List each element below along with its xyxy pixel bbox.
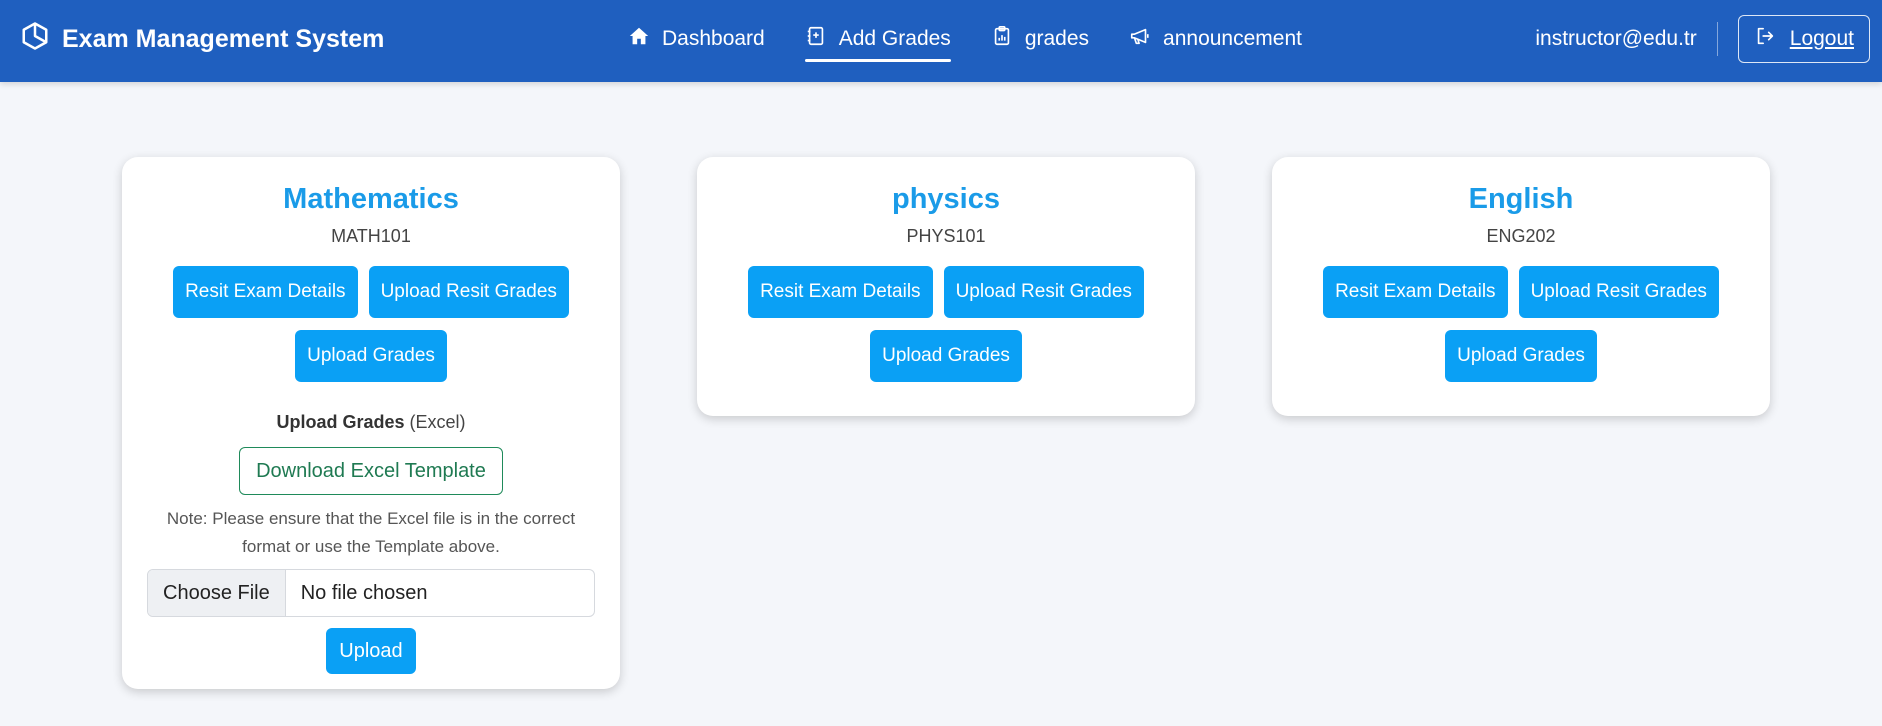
nav-user-area: instructor@edu.tr Logout: [1535, 0, 1870, 78]
nav-item-add-grades[interactable]: Add Grades: [804, 0, 951, 78]
user-email: instructor@edu.tr: [1535, 27, 1697, 50]
file-input[interactable]: Choose File No file chosen: [147, 569, 595, 617]
course-name: English: [1468, 183, 1574, 215]
nav-item-announcement[interactable]: announcement: [1129, 0, 1302, 78]
top-navbar: Exam Management System Dashboard Add Gra…: [0, 0, 1882, 82]
button-row: Resit Exam Details Upload Resit Grades: [1272, 266, 1770, 318]
resit-exam-details-button[interactable]: Resit Exam Details: [1323, 266, 1508, 318]
logout-button[interactable]: Logout: [1737, 15, 1870, 63]
upload-grades-button[interactable]: Upload Grades: [295, 330, 447, 382]
course-card-physics: physics PHYS101 Resit Exam Details Uploa…: [697, 157, 1195, 416]
upload-grades-button[interactable]: Upload Grades: [1445, 330, 1597, 382]
course-card-mathematics: Mathematics MATH101 Resit Exam Details U…: [122, 157, 620, 689]
upload-heading-suffix: (Excel): [409, 412, 466, 432]
megaphone-icon: [1129, 25, 1151, 53]
course-name: Mathematics: [283, 183, 459, 215]
button-row: Upload Grades: [1272, 330, 1770, 382]
clipboard-chart-icon: [991, 25, 1013, 53]
upload-panel-heading: Upload Grades (Excel): [122, 412, 620, 433]
upload-grades-button[interactable]: Upload Grades: [870, 330, 1022, 382]
choose-file-button[interactable]: Choose File: [148, 570, 286, 616]
brand[interactable]: Exam Management System: [20, 0, 384, 78]
journal-plus-icon: [805, 25, 827, 53]
resit-exam-details-button[interactable]: Resit Exam Details: [173, 266, 358, 318]
button-row: Resit Exam Details Upload Resit Grades: [697, 266, 1195, 318]
logout-label: Logout: [1789, 27, 1854, 50]
course-card-english: English ENG202 Resit Exam Details Upload…: [1272, 157, 1770, 416]
app-title: Exam Management System: [62, 24, 385, 53]
course-code: PHYS101: [906, 226, 986, 246]
button-row: Upload Grades: [122, 330, 620, 382]
button-row: Upload Grades: [697, 330, 1195, 382]
file-status: No file chosen: [300, 581, 428, 604]
course-code: ENG202: [1486, 226, 1556, 246]
upload-heading-bold: Upload Grades: [276, 412, 405, 432]
upload-note: Note: Please ensure that the Excel file …: [166, 509, 576, 556]
nav-item-label: announcement: [1163, 27, 1302, 50]
nav-item-grades[interactable]: grades: [991, 0, 1089, 78]
nav-item-dashboard[interactable]: Dashboard: [628, 0, 765, 78]
resit-exam-details-button[interactable]: Resit Exam Details: [748, 266, 933, 318]
nav-divider: [1716, 22, 1718, 56]
nav-links: Dashboard Add Grades grades announcement: [628, 0, 1342, 78]
upload-resit-grades-button[interactable]: Upload Resit Grades: [368, 266, 569, 318]
upload-resit-grades-button[interactable]: Upload Resit Grades: [943, 266, 1144, 318]
nav-item-label: Dashboard: [662, 27, 765, 50]
course-name: physics: [892, 183, 1000, 215]
button-row: Resit Exam Details Upload Resit Grades: [122, 266, 620, 318]
download-template-button[interactable]: Download Excel Template: [239, 447, 503, 495]
home-icon: [628, 25, 650, 53]
nav-item-label: Add Grades: [838, 27, 951, 50]
logout-icon: [1754, 25, 1776, 53]
cube-icon: [20, 21, 50, 58]
upload-button[interactable]: Upload: [326, 628, 416, 674]
course-code: MATH101: [331, 226, 411, 246]
upload-resit-grades-button[interactable]: Upload Resit Grades: [1518, 266, 1719, 318]
nav-item-label: grades: [1024, 27, 1090, 50]
